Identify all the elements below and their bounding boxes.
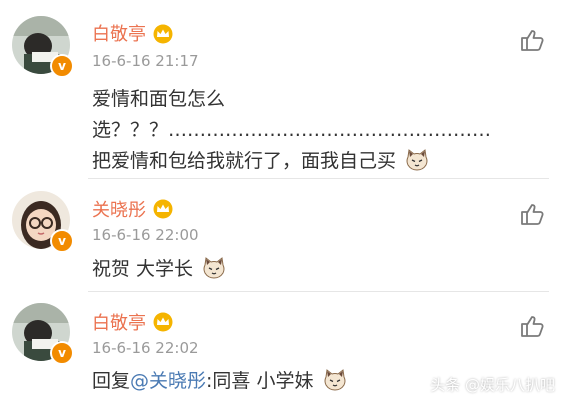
comment-text-line: 爱情和面包怎么 [92,88,226,110]
watermark: 头条 @娱乐八扒吧 [430,376,555,394]
comment-text: 把爱情和包给我就行了，面我自己买 [92,150,397,172]
verified-badge: v [50,229,74,253]
timestamp: 16-6-16 21:17 [92,52,199,70]
comment-text-line: 把爱情和包给我就行了，面我自己买 [92,145,429,177]
timestamp: 16-6-16 22:00 [92,226,199,244]
cat-face-emoji-icon [406,149,428,171]
crown-icon [153,24,173,44]
cat-face-emoji-icon [324,369,346,391]
username[interactable]: 关晓彤 [92,196,146,222]
crown-icon [153,312,173,332]
mention-link[interactable]: @关晓彤 [130,370,206,392]
cat-face-emoji-icon [203,257,225,279]
verified-badge: v [50,341,74,365]
comment-item: v 关晓彤 16-6-16 22:00 祝贺 大学长 [0,179,563,291]
username[interactable]: 白敬亭 [92,309,146,335]
thumbs-up-icon[interactable] [519,314,545,338]
username[interactable]: 白敬亭 [92,20,146,46]
comment-text-line: 选？？？…………………………………………… [92,119,492,141]
comment-text: 祝贺 大学长 [92,258,194,280]
comment-item: v 白敬亭 16-6-16 21:17 爱情和面包怎么 选？？？……………………… [0,0,563,178]
reply-prefix: 回复 [92,370,131,392]
verified-badge: v [50,54,74,78]
thumbs-up-icon[interactable] [519,28,545,52]
crown-icon [153,199,173,219]
thumbs-up-icon[interactable] [519,202,545,226]
comment-text: :同喜 小学妹 [206,370,314,392]
timestamp: 16-6-16 22:02 [92,339,199,357]
comment-text-line: 回复@关晓彤:同喜 小学妹 [92,365,347,397]
comment-text-line: 祝贺 大学长 [92,253,226,285]
